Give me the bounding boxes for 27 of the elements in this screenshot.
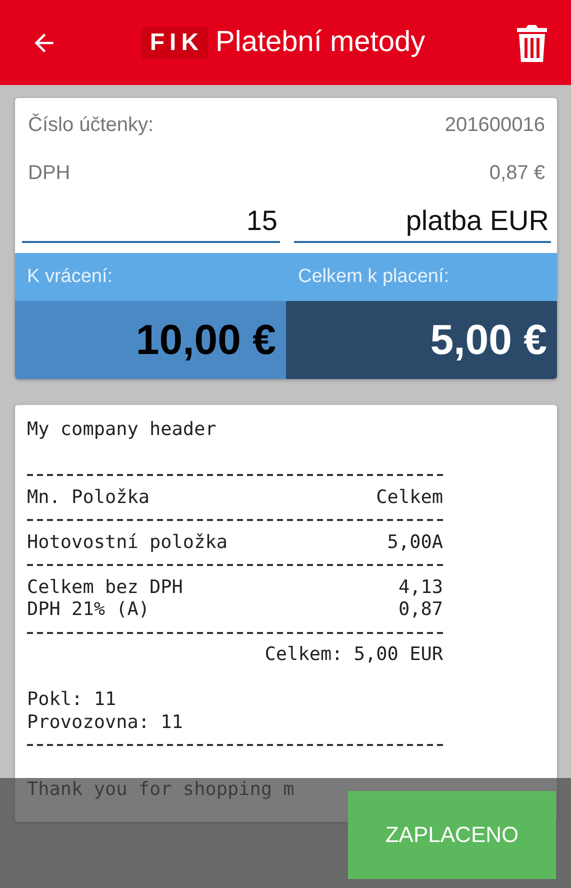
receipt-line: My company header	[27, 419, 216, 440]
info-value: 0,87 €	[489, 162, 545, 184]
receipt-amount: 0,87	[398, 599, 443, 622]
page-title: Platební metody	[216, 26, 426, 59]
total-amount: 5,00 €	[286, 301, 557, 379]
receipt-line: Pokl: 11	[27, 689, 116, 710]
input-field[interactable]: platba EUR	[294, 201, 551, 243]
receipt-line: Thank you for shopping m	[27, 779, 294, 800]
info-value: 201600016	[444, 114, 545, 136]
total-label: K vrácení:	[15, 253, 286, 301]
total-label: Celkem k placení:	[286, 253, 557, 301]
info-label: Číslo účtenky:	[28, 114, 154, 136]
input-field[interactable]: 15	[22, 201, 280, 243]
receipt-amount: 5,00A	[387, 532, 443, 554]
receipt-line: Celkem: 5,00 EUR	[264, 644, 443, 665]
receipt-amount: 4,13	[398, 576, 443, 599]
trash-icon	[517, 24, 547, 62]
total-amount: 10,00 €	[15, 301, 286, 379]
delete-button[interactable]	[517, 24, 547, 62]
app-logo: FIK	[142, 26, 208, 58]
receipt-label: Hotovostní položka	[27, 532, 228, 554]
receipt-line: Provozovna: 11	[27, 712, 183, 732]
receipt-label: Celkem bez DPH	[27, 576, 183, 599]
receipt-label: DPH 21% (A)	[27, 599, 150, 622]
receipt-amount: Celkem	[376, 486, 443, 509]
info-label: DPH	[28, 162, 70, 184]
receipt-label: Mn. Položka	[27, 486, 150, 509]
